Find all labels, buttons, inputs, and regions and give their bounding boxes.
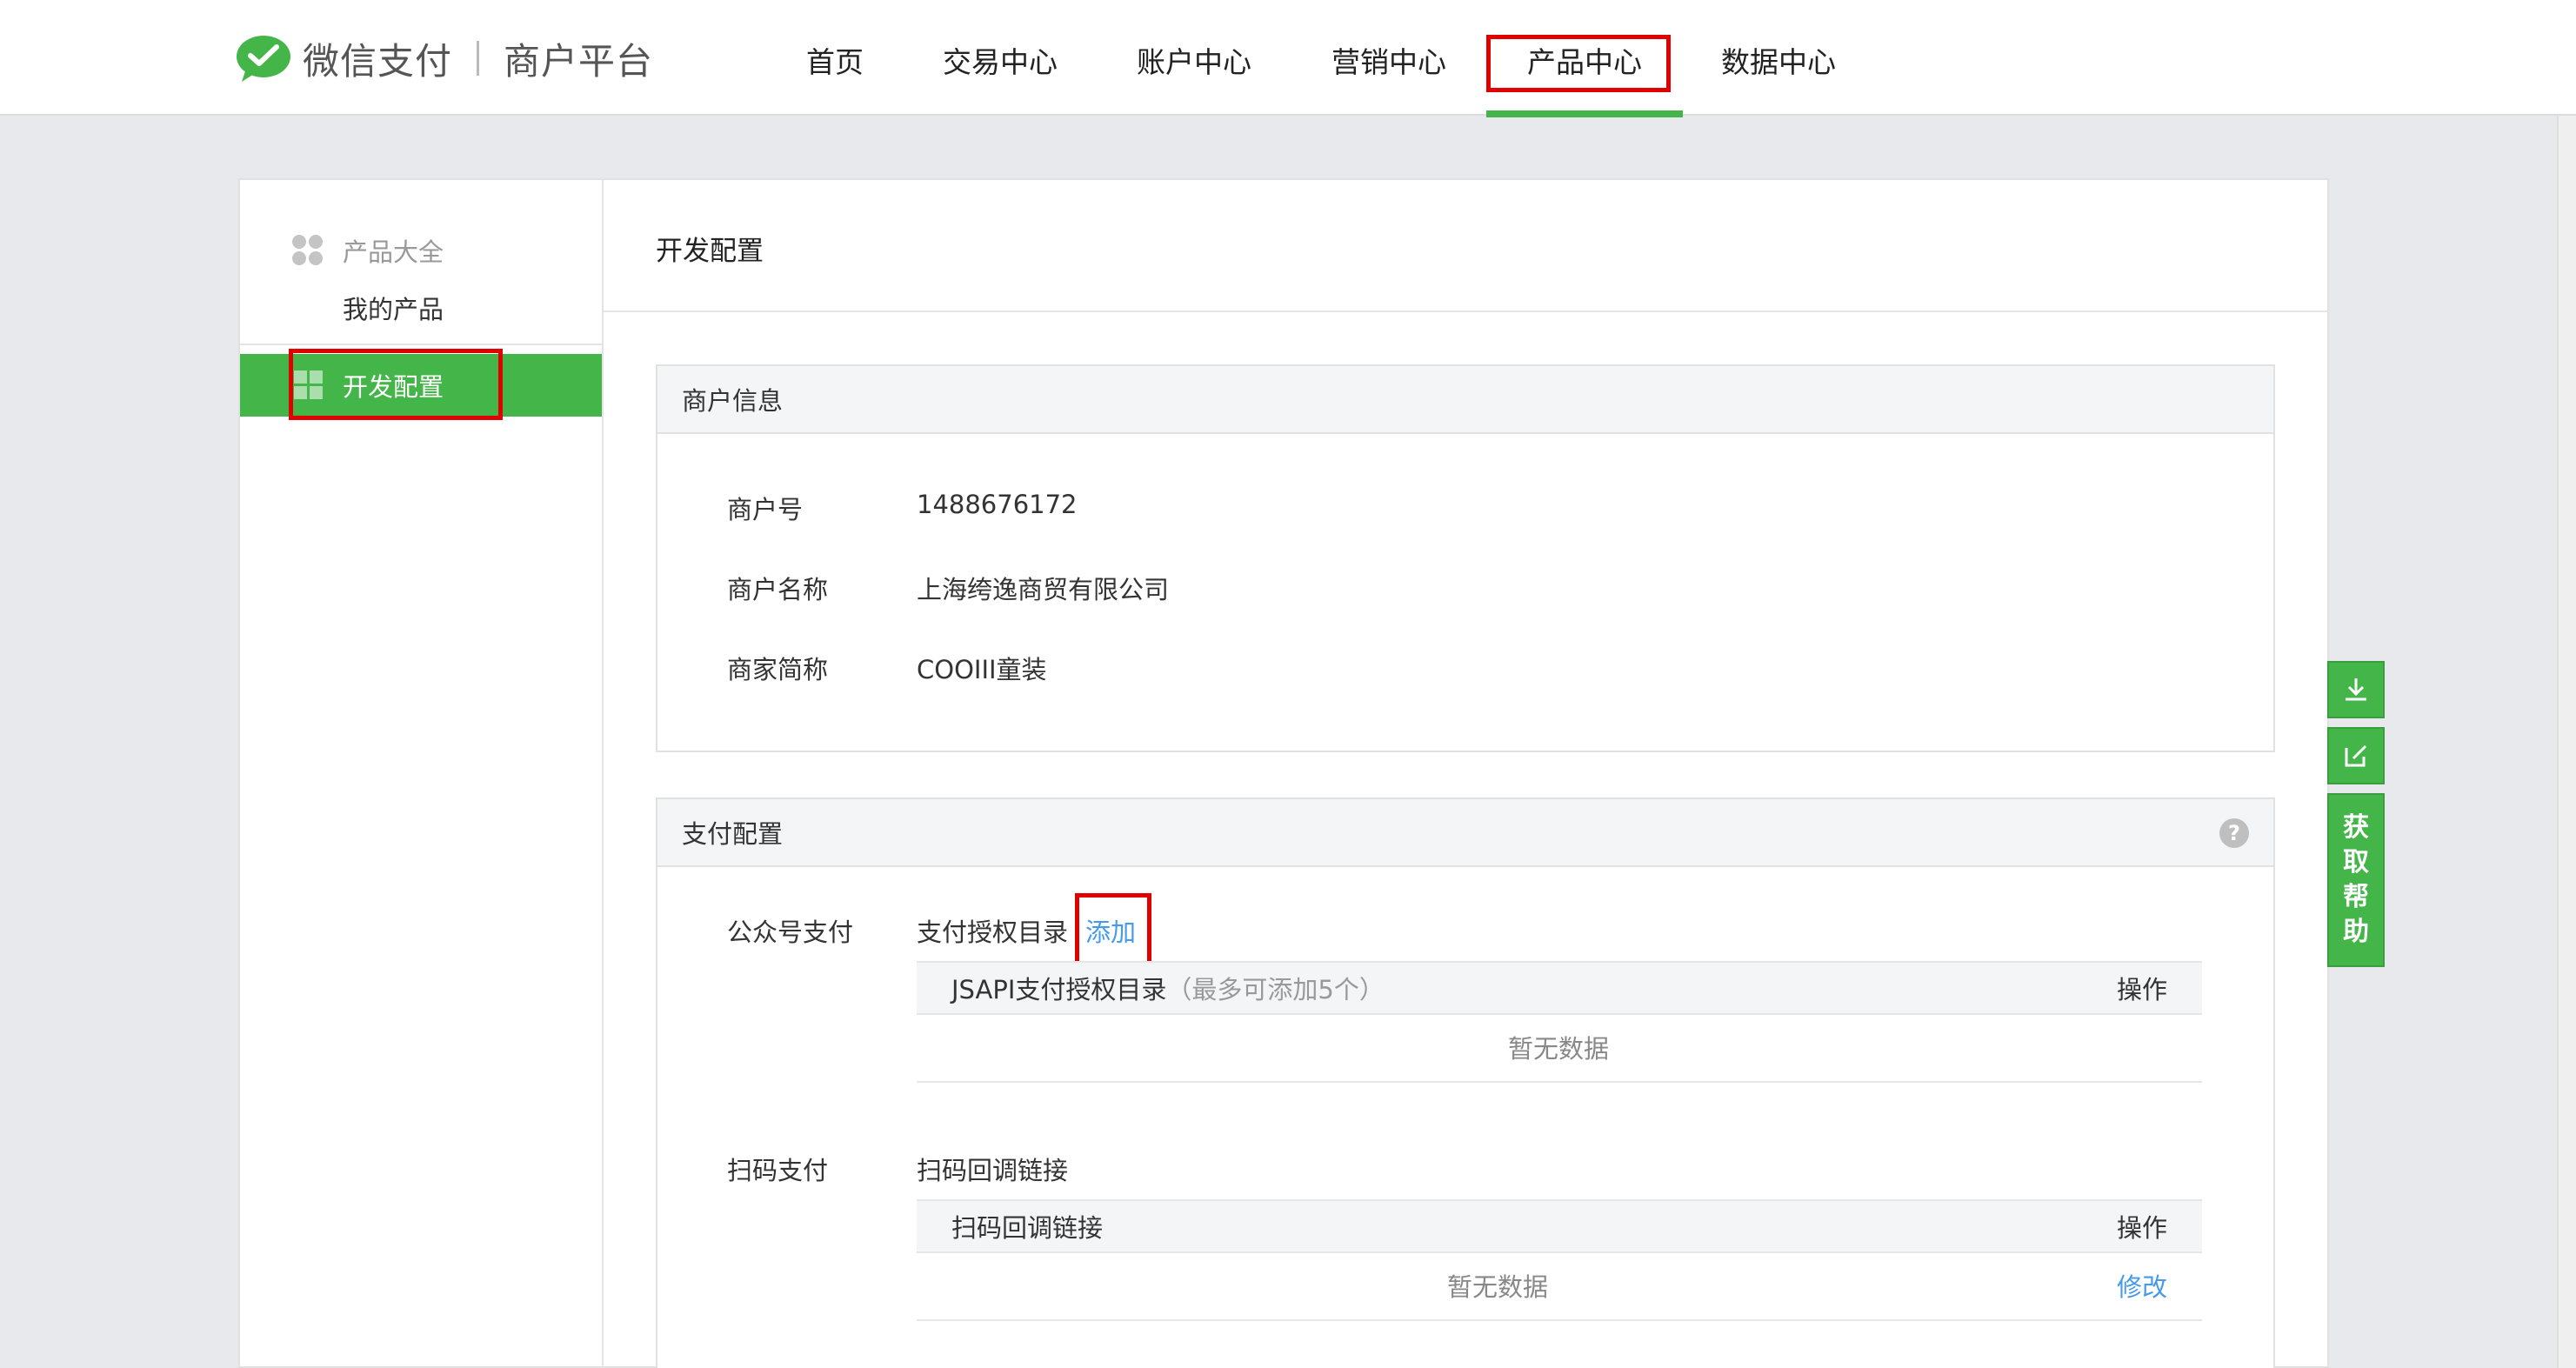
add-link-highlight-box <box>1075 893 1151 966</box>
content-area: 开发配置 商户信息 商户号 1488676172 商户名称 上海绔逸商贸有限公司… <box>604 180 2329 1368</box>
native-table: 扫码回调链接 操作 暂无数据 修改 <box>917 1199 2202 1321</box>
native-table-row: 暂无数据 修改 <box>917 1253 2202 1321</box>
nav-data[interactable]: 数据中心 <box>1713 0 1844 116</box>
pay-config-title: 支付配置 <box>682 819 784 849</box>
sidebar: 产品大全 我的产品 开发配置 <box>240 180 604 1368</box>
help-char-3: 帮 <box>2343 882 2369 912</box>
nav-account-label: 账户中心 <box>1137 45 1251 79</box>
jsapi-pay-label: 公众号支付 <box>727 918 854 947</box>
page-scrollbar[interactable] <box>2557 116 2576 1368</box>
help-char-1: 获 <box>2343 812 2369 843</box>
merchant-name-value: 上海绔逸商贸有限公司 <box>917 575 1170 604</box>
jsapi-auth-dir-label: 支付授权目录 <box>917 918 1069 947</box>
native-empty-text: 暂无数据 <box>1447 1272 1549 1302</box>
brand-logo[interactable]: 微信支付 商户平台 <box>235 33 653 83</box>
native-callback-label: 扫码回调链接 <box>917 1156 1069 1185</box>
jsapi-table-empty-row: 暂无数据 <box>917 1015 2202 1083</box>
jsapi-table-col-action: 操作 <box>2116 975 2167 1004</box>
help-char-4: 助 <box>2343 917 2369 947</box>
sidebar-highlight-box <box>289 349 503 420</box>
wechat-pay-logo-icon <box>237 36 290 82</box>
nav-active-underline <box>1486 110 1683 117</box>
brand-subtitle: 商户平台 <box>504 39 654 83</box>
edit-icon <box>2345 744 2367 767</box>
merchant-short-name-label: 商家简称 <box>727 655 829 684</box>
nav-account[interactable]: 账户中心 <box>1129 0 1259 116</box>
main-panel: 产品大全 我的产品 开发配置 开发配置 商户信息 商户号 1488676172 … <box>238 178 2329 1368</box>
native-edit-link[interactable]: 修改 <box>2117 1253 2167 1321</box>
jsapi-table-col-dir: JSAPI支付授权目录（最多可添加5个） <box>951 963 1385 1017</box>
sidebar-divider <box>240 344 602 345</box>
download-icon <box>2346 678 2366 701</box>
native-table-col-url: 扫码回调链接 <box>951 1213 1104 1243</box>
pay-config-card: 支付配置 ? 公众号支付 支付授权目录 添加 JSAPI支付授权目录（最多可添加… <box>656 797 2275 1368</box>
native-pay-label: 扫码支付 <box>727 1156 829 1185</box>
pay-config-header: 支付配置 ? <box>657 799 2273 867</box>
apps-icon <box>292 235 324 266</box>
native-table-header: 扫码回调链接 操作 <box>917 1199 2202 1253</box>
nav-transactions-label: 交易中心 <box>943 45 1058 79</box>
top-header: 微信支付 商户平台 首页 交易中心 账户中心 营销中心 产品中心 数据中心 <box>0 0 2576 117</box>
nav-data-label: 数据中心 <box>1721 45 1836 79</box>
nav-products-highlight-box <box>1486 35 1671 92</box>
merchant-short-name-value: COOIII童装 <box>917 655 1047 684</box>
jsapi-table: JSAPI支付授权目录（最多可添加5个） 操作 暂无数据 <box>917 961 2202 1083</box>
nav-home-label: 首页 <box>806 45 864 79</box>
merchant-info-card: 商户信息 商户号 1488676172 商户名称 上海绔逸商贸有限公司 商家简称… <box>656 364 2275 752</box>
merchant-info-header: 商户信息 <box>657 366 2273 434</box>
nav-marketing-label: 营销中心 <box>1331 45 1446 79</box>
merchant-name-label: 商户名称 <box>727 575 829 604</box>
feedback-button[interactable] <box>2327 727 2385 784</box>
nav-transactions[interactable]: 交易中心 <box>935 0 1065 116</box>
jsapi-table-col-dir-label: JSAPI支付授权目录 <box>951 975 1167 1004</box>
page-title: 开发配置 <box>656 236 764 267</box>
nav-marketing[interactable]: 营销中心 <box>1324 0 1454 116</box>
download-button[interactable] <box>2327 661 2385 718</box>
native-table-col-action: 操作 <box>2116 1213 2167 1243</box>
sidebar-group-label: 产品大全 <box>343 237 444 267</box>
help-char-2: 取 <box>2343 847 2369 878</box>
get-help-button[interactable]: 获 取 帮 助 <box>2327 793 2385 967</box>
title-divider <box>604 310 2329 312</box>
jsapi-table-header: JSAPI支付授权目录（最多可添加5个） 操作 <box>917 961 2202 1015</box>
brand-name: 微信支付 <box>303 39 453 83</box>
brand-separator <box>477 41 480 76</box>
jsapi-table-col-hint: （最多可添加5个） <box>1166 975 1385 1004</box>
nav-home[interactable]: 首页 <box>787 0 883 116</box>
help-icon[interactable]: ? <box>2219 818 2249 848</box>
jsapi-empty-text: 暂无数据 <box>1508 1034 1610 1064</box>
sidebar-group-products[interactable]: 产品大全 <box>292 229 444 272</box>
sidebar-item-my-products[interactable]: 我的产品 <box>343 290 444 326</box>
merchant-info-title: 商户信息 <box>682 386 784 416</box>
merchant-id-label: 商户号 <box>727 495 804 524</box>
merchant-id-value: 1488676172 <box>917 490 1078 519</box>
floating-tools: 获 取 帮 助 <box>2327 661 2385 967</box>
